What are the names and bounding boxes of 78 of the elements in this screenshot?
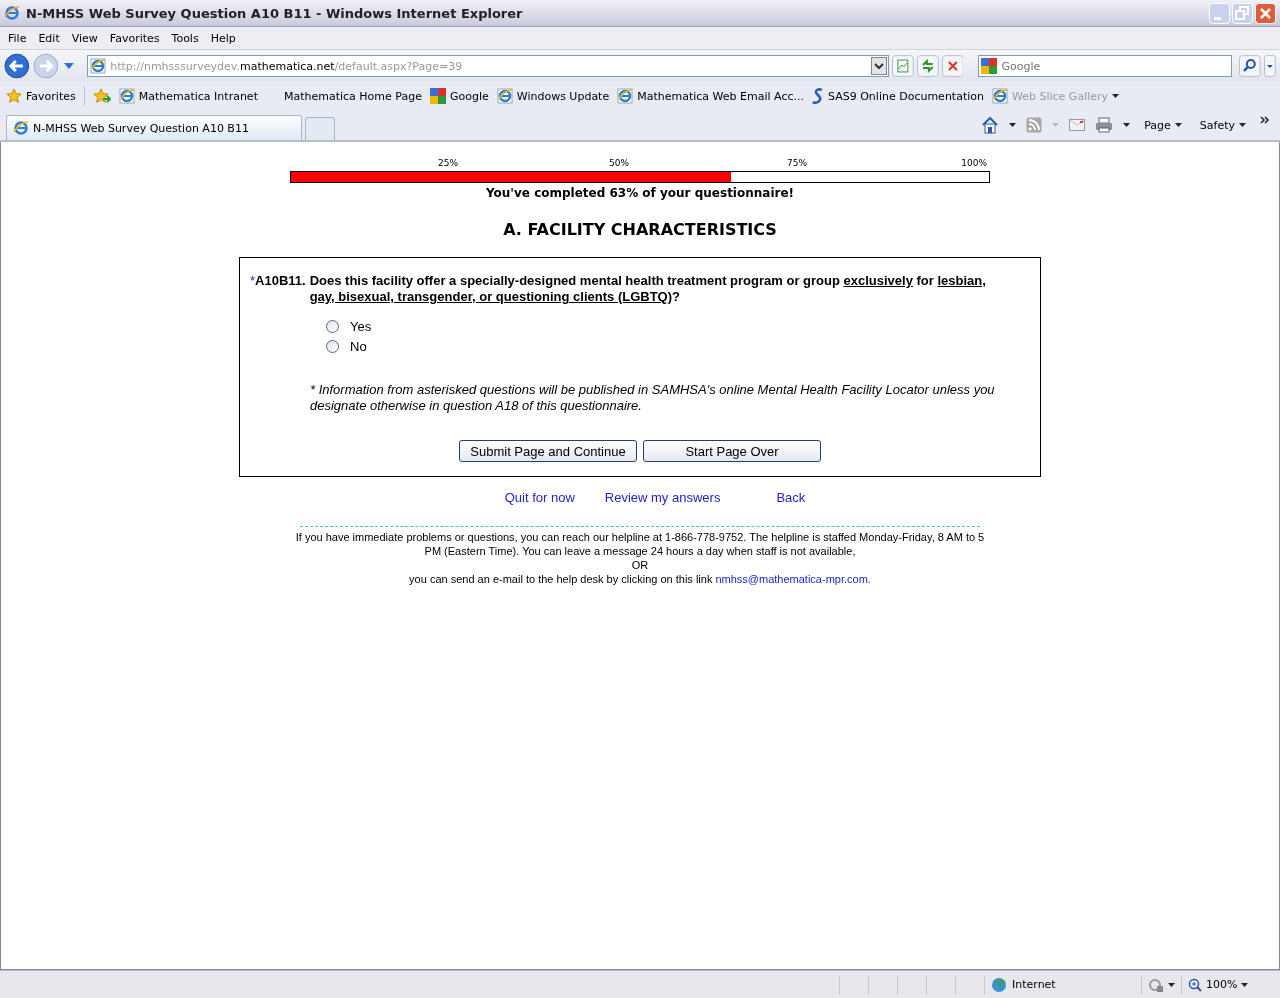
caret-icon	[1052, 123, 1060, 127]
caret-icon[interactable]	[1009, 123, 1017, 127]
s-logo-icon	[812, 88, 824, 104]
menu-item[interactable]: Help	[206, 29, 240, 47]
radio-button[interactable]	[326, 320, 339, 333]
close-button[interactable]	[1255, 2, 1276, 24]
caret-icon[interactable]	[1123, 123, 1131, 127]
help-text: you can send an e-mail to the help desk by clicking on this link nmhss@mathematica-mpr.com.	[408, 572, 872, 586]
caret-icon	[1241, 982, 1249, 987]
caret-icon	[1112, 94, 1120, 98]
dropdown-caret-icon[interactable]	[64, 63, 75, 69]
home-icon[interactable]	[981, 116, 1000, 134]
progress-tick-label: 100%	[960, 158, 988, 168]
email-link[interactable]: nmhss@mathematica-mpr.com.	[715, 573, 871, 585]
favorites-link[interactable]: Windows Update	[496, 88, 610, 104]
help-text: If you have immediate problems or questions, you can reach our helpline at 1-866-778-9752. The helpline is staffed Monday-Friday, 8 AM to 5 PM (Eastern Time). You can leave a message 24 hours a day when staff is not available,	[294, 530, 986, 558]
nav-link[interactable]: Quit for now	[504, 490, 575, 505]
browser-logo-icon	[4, 5, 20, 21]
favorites-link[interactable]: SAS9 Online Documentation	[812, 88, 984, 104]
feed-icon[interactable]	[1026, 117, 1043, 133]
browser-tab[interactable]: N-MHSS Web Survey Question A10 B11	[6, 115, 302, 140]
option-label: No	[350, 339, 367, 354]
zoom-icon	[1188, 977, 1202, 992]
question-text: Does this facility offer a specially-designed mental health treatment program or group exclusively for lesbian, gay, bisexual, transgender, or questioning clients (LGBTQ)?	[309, 273, 987, 305]
page-icon	[617, 88, 634, 104]
note-text: * Information from asterisked questions will be published in SAMHSA's online Mental Health Facility Locator unless you designate otherwise in question A18 of this questionnaire.	[310, 382, 996, 414]
progress-message: You've completed 63% of your questionnaire!	[485, 186, 795, 200]
page-icon	[496, 88, 513, 104]
zoom-button[interactable]: 100%	[1181, 975, 1268, 994]
menu-item[interactable]: Favorites	[105, 29, 164, 47]
favorites-link[interactable]: Mathematica Web Email Acc...	[617, 88, 804, 104]
page-icon	[90, 58, 107, 74]
refresh-button[interactable]	[916, 55, 939, 77]
star-icon	[6, 88, 22, 104]
start-over-button[interactable]: Start Page Over	[643, 440, 821, 462]
google-logo-icon	[429, 88, 446, 104]
search-field[interactable]: Google	[978, 55, 1233, 77]
nav-link[interactable]: Back	[776, 490, 806, 505]
browser-logo-icon	[13, 120, 29, 136]
page-icon	[992, 88, 1008, 104]
option-label: Yes	[350, 319, 372, 334]
gear-lock-icon	[1148, 976, 1164, 993]
command-menu[interactable]: Page	[1140, 116, 1186, 134]
menu-item[interactable]: View	[67, 29, 102, 47]
favorites-link[interactable]: Mathematica Home Page	[265, 89, 422, 103]
page-icon	[118, 88, 135, 104]
address-field[interactable]: http://nmhsssurveydev.mathematica.net/default.aspx?Page=39	[87, 55, 890, 77]
search-button[interactable]	[1239, 55, 1262, 77]
favorites-link[interactable]: Mathematica Intranet	[118, 88, 258, 104]
favorites-button[interactable]: Favorites	[6, 88, 76, 104]
nav-link[interactable]: Review my answers	[604, 490, 721, 505]
caret-icon	[1239, 123, 1246, 127]
mail-icon[interactable]	[1069, 119, 1086, 131]
progress-tick-label: 50%	[608, 158, 630, 168]
menu-item[interactable]: Edit	[34, 29, 64, 47]
section-heading: A. FACILITY CHARACTERISTICS	[503, 220, 777, 239]
command-menu[interactable]: Safety	[1195, 116, 1250, 134]
back-button[interactable]	[4, 53, 30, 79]
progress-tick-label: 75%	[786, 158, 808, 168]
security-zone: Internet	[984, 975, 1141, 994]
help-text: OR	[630, 558, 650, 572]
radio-button[interactable]	[326, 340, 339, 353]
add-to-favorites-icon[interactable]	[92, 88, 111, 104]
window-title: N-MHSS Web Survey Question A10 B11 - Windows Internet Explorer	[26, 5, 524, 21]
url-text: http://nmhsssurveydev.mathematica.net/default.aspx?Page=39	[110, 59, 464, 73]
stop-button[interactable]	[941, 55, 964, 77]
progress-tick-label: 25%	[437, 158, 458, 168]
menu-item[interactable]: File	[4, 29, 31, 47]
submit-button[interactable]: Submit Page and Continue	[459, 440, 637, 462]
search-options-button[interactable]	[1264, 55, 1276, 77]
caret-icon	[1174, 123, 1182, 127]
globe-icon	[991, 976, 1007, 993]
printer-icon[interactable]	[1095, 117, 1114, 133]
favorites-link[interactable]: Google	[429, 88, 489, 104]
dropdown-button[interactable]	[871, 57, 888, 75]
question-number: *A10B11.	[250, 273, 306, 290]
menu-item[interactable]: Tools	[167, 29, 203, 47]
caret-icon	[1168, 982, 1175, 987]
